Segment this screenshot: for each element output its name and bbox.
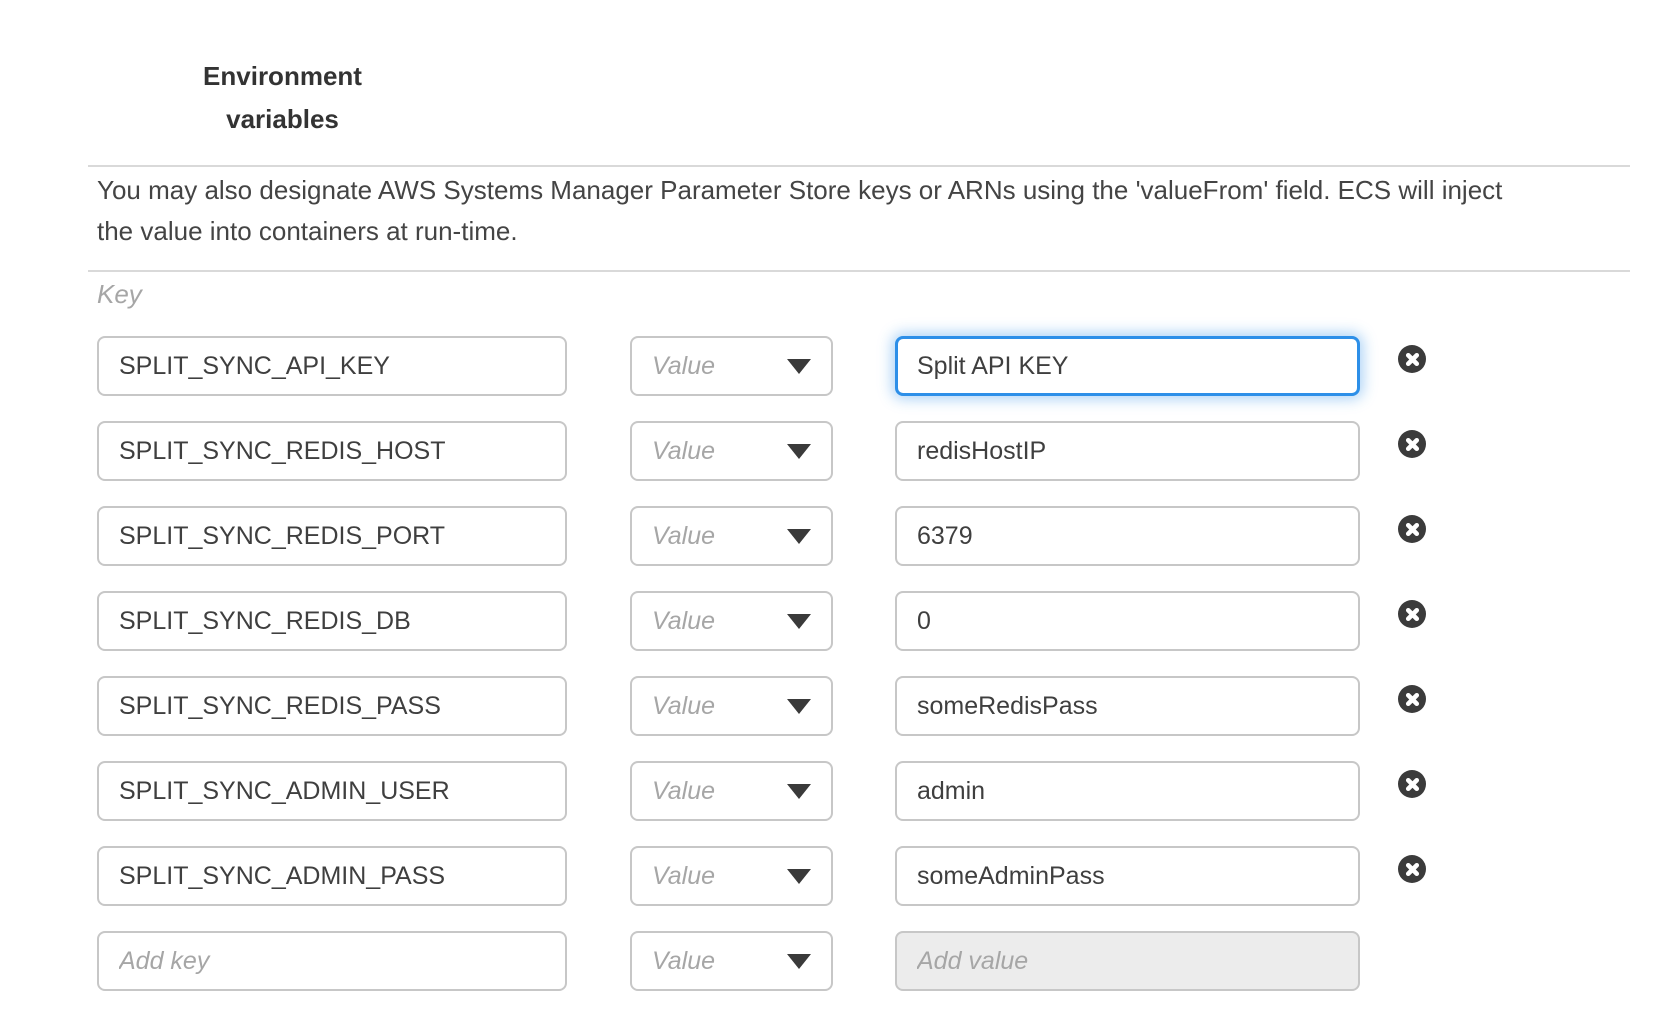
value-type-label: Value — [652, 692, 715, 721]
key-input[interactable] — [97, 506, 567, 566]
section-description: You may also designate AWS Systems Manag… — [97, 170, 1597, 252]
key-input[interactable] — [97, 761, 567, 821]
value-input[interactable] — [895, 846, 1360, 906]
env-var-row-1: Value — [97, 336, 1426, 396]
value-type-dropdown[interactable]: Value — [630, 336, 833, 396]
add-value-input[interactable] — [895, 931, 1360, 991]
env-var-row-2: Value — [97, 421, 1426, 481]
value-type-label: Value — [652, 947, 715, 976]
remove-row-button[interactable] — [1398, 430, 1426, 458]
caret-down-icon — [787, 869, 811, 884]
circle-x-icon — [1404, 861, 1421, 878]
caret-down-icon — [787, 954, 811, 969]
section-label-line2: variables — [140, 98, 425, 141]
circle-x-icon — [1404, 351, 1421, 368]
value-input[interactable] — [895, 506, 1360, 566]
circle-x-icon — [1404, 436, 1421, 453]
env-var-row-5: Value — [97, 676, 1426, 736]
value-type-label: Value — [652, 522, 715, 551]
value-input[interactable] — [895, 591, 1360, 651]
value-type-dropdown[interactable]: Value — [630, 676, 833, 736]
section-label: Environment variables — [140, 55, 425, 141]
value-type-label: Value — [652, 777, 715, 806]
remove-row-button[interactable] — [1398, 855, 1426, 883]
caret-down-icon — [787, 784, 811, 799]
divider-top — [88, 165, 1630, 167]
value-type-label: Value — [652, 862, 715, 891]
key-input[interactable] — [97, 421, 567, 481]
value-type-label: Value — [652, 437, 715, 466]
add-key-input[interactable] — [97, 931, 567, 991]
caret-down-icon — [787, 699, 811, 714]
caret-down-icon — [787, 614, 811, 629]
remove-row-button[interactable] — [1398, 685, 1426, 713]
remove-row-button[interactable] — [1398, 600, 1426, 628]
remove-row-button[interactable] — [1398, 345, 1426, 373]
key-input[interactable] — [97, 336, 567, 396]
remove-spacer — [1398, 931, 1426, 991]
value-type-dropdown[interactable]: Value — [630, 846, 833, 906]
add-env-var-row: Value — [97, 931, 1426, 991]
env-var-rows: Value Value Va — [97, 336, 1426, 991]
key-input[interactable] — [97, 676, 567, 736]
value-input[interactable] — [895, 336, 1360, 396]
value-input[interactable] — [895, 676, 1360, 736]
add-value-type-dropdown[interactable]: Value — [630, 931, 833, 991]
value-type-dropdown[interactable]: Value — [630, 506, 833, 566]
value-input[interactable] — [895, 421, 1360, 481]
divider-bottom — [88, 270, 1630, 272]
value-type-dropdown[interactable]: Value — [630, 761, 833, 821]
caret-down-icon — [787, 444, 811, 459]
value-type-label: Value — [652, 352, 715, 381]
remove-row-button[interactable] — [1398, 770, 1426, 798]
circle-x-icon — [1404, 521, 1421, 538]
env-var-row-7: Value — [97, 846, 1426, 906]
caret-down-icon — [787, 529, 811, 544]
value-type-label: Value — [652, 607, 715, 636]
value-type-dropdown[interactable]: Value — [630, 421, 833, 481]
circle-x-icon — [1404, 606, 1421, 623]
caret-down-icon — [787, 359, 811, 374]
section-label-line1: Environment — [140, 55, 425, 98]
value-type-dropdown[interactable]: Value — [630, 591, 833, 651]
value-input[interactable] — [895, 761, 1360, 821]
key-input[interactable] — [97, 846, 567, 906]
remove-row-button[interactable] — [1398, 515, 1426, 543]
env-var-row-4: Value — [97, 591, 1426, 651]
env-var-row-6: Value — [97, 761, 1426, 821]
env-var-row-3: Value — [97, 506, 1426, 566]
circle-x-icon — [1404, 776, 1421, 793]
key-column-header: Key — [97, 279, 142, 310]
description-line1: You may also designate AWS Systems Manag… — [97, 170, 1597, 211]
circle-x-icon — [1404, 691, 1421, 708]
environment-variables-section: Environment variables You may also desig… — [0, 0, 1678, 1018]
key-input[interactable] — [97, 591, 567, 651]
description-line2: the value into containers at run-time. — [97, 211, 1597, 252]
